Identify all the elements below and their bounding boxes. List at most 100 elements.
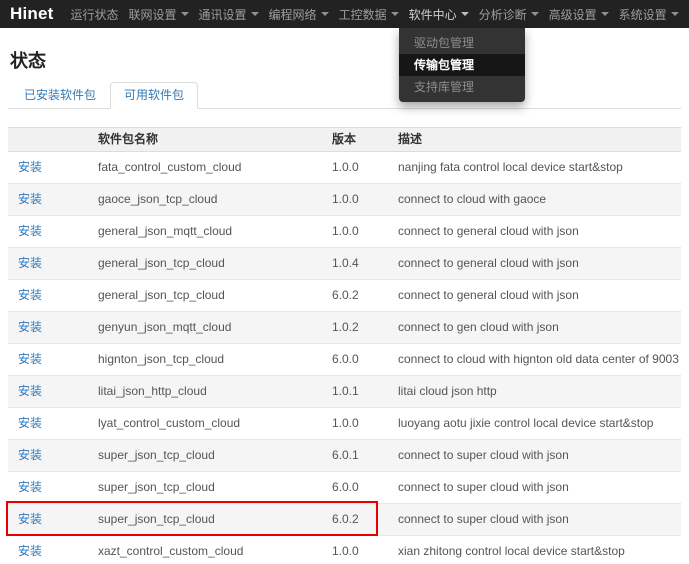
dropdown-item-2[interactable]: 支持库管理 — [399, 76, 525, 98]
cell-action: 安装 — [8, 504, 98, 536]
table-row: 安装 general_json_tcp_cloud6.0.2connect to … — [8, 280, 681, 312]
software-center-dropdown: 驱动包管理传输包管理支持库管理 — [399, 28, 525, 102]
cell-description: connect to super cloud with json — [398, 440, 681, 472]
chevron-down-icon — [461, 12, 469, 16]
chevron-down-icon — [671, 12, 679, 16]
nav-item-label: 分析诊断 — [479, 6, 527, 23]
nav-item-label: 系统设置 — [619, 6, 667, 23]
chevron-down-icon — [321, 12, 329, 16]
install-link[interactable]: 安装 — [18, 160, 42, 174]
nav-item-label: 软件中心 — [409, 6, 457, 23]
cell-version: 6.0.2 — [332, 504, 398, 536]
cell-package-name: general_json_tcp_cloud — [98, 248, 332, 280]
page-title: 状态 — [10, 50, 681, 72]
cell-version: 1.0.0 — [332, 408, 398, 440]
navbar-menu: 运行状态联网设置通讯设置 编程网络 工控数据 软件中心 分析诊断高级设置系统设置退出 — [66, 0, 689, 28]
tab-installed-packages[interactable]: 已安装软件包 — [10, 82, 110, 109]
cell-action: 安装 — [8, 344, 98, 376]
tab-available-packages[interactable]: 可用软件包 — [110, 82, 198, 109]
cell-version: 1.0.4 — [332, 248, 398, 280]
table-row: 安装super_json_tcp_cloud6.0.0connect to su… — [8, 472, 681, 504]
nav-item-9[interactable]: 退出 — [684, 0, 689, 28]
cell-package-name: hignton_json_tcp_cloud — [98, 344, 332, 376]
table-row: 安装gaoce_json_tcp_cloud1.0.0connect to cl… — [8, 184, 681, 216]
nav-item-8[interactable]: 系统设置 — [614, 0, 684, 28]
cell-version: 6.0.1 — [332, 440, 398, 472]
nav-item-4[interactable]: 工控数据 — [334, 0, 404, 28]
cell-package-name: litai_json_http_cloud — [98, 376, 332, 408]
cell-package-name: genyun_json_mqtt_cloud — [98, 312, 332, 344]
cell-package-name: lyat_control_custom_cloud — [98, 408, 332, 440]
cell-version: 6.0.2 — [332, 280, 398, 312]
cell-action: 安装 — [8, 536, 98, 564]
dropdown-item-0[interactable]: 驱动包管理 — [399, 32, 525, 54]
install-link[interactable]: 安装 — [18, 544, 42, 558]
nav-item-label: 通讯设置 — [199, 6, 247, 23]
install-link[interactable]: 安装 — [18, 256, 42, 270]
nav-item-label: 编程网络 — [269, 6, 317, 23]
cell-version: 6.0.0 — [332, 344, 398, 376]
cell-version: 1.0.2 — [332, 312, 398, 344]
cell-action: 安装 — [8, 376, 98, 408]
nav-item-label: 运行状态 — [71, 6, 119, 23]
cell-package-name: super_json_tcp_cloud — [98, 504, 332, 536]
nav-item-label: 工控数据 — [339, 6, 387, 23]
packages-table: 软件包名称 版本 描述 安装fata_control_custom_cloud1… — [8, 127, 681, 564]
cell-package-name: super_json_tcp_cloud — [98, 472, 332, 504]
cell-description: connect to super cloud with json — [398, 504, 681, 536]
packages-table-body: 安装fata_control_custom_cloud1.0.0nanjing … — [8, 152, 681, 564]
chevron-down-icon — [531, 12, 539, 16]
install-link[interactable]: 安装 — [18, 416, 42, 430]
cell-action: 安装 — [8, 440, 98, 472]
install-link[interactable]: 安装 — [18, 288, 42, 302]
nav-item-5[interactable]: 软件中心 — [404, 0, 474, 28]
cell-description: connect to gen cloud with json — [398, 312, 681, 344]
cell-description: connect to general cloud with json — [398, 216, 681, 248]
install-link[interactable]: 安装 — [18, 384, 42, 398]
nav-item-1[interactable]: 联网设置 — [124, 0, 194, 28]
cell-description: connect to general cloud with json — [398, 280, 681, 312]
brand-logo[interactable]: Hinet — [10, 4, 54, 24]
cell-description: connect to cloud with hignton old data c… — [398, 344, 681, 376]
table-row: 安装 super_json_tcp_cloud6.0.1connect to su… — [8, 440, 681, 472]
cell-package-name: general_json_tcp_cloud — [98, 280, 332, 312]
cell-description: connect to super cloud with json — [398, 472, 681, 504]
column-header-name: 软件包名称 — [98, 128, 332, 152]
install-link[interactable]: 安装 — [18, 320, 42, 334]
nav-item-6[interactable]: 分析诊断 — [474, 0, 544, 28]
table-row: 安装general_json_mqtt_cloud1.0.0connect to… — [8, 216, 681, 248]
nav-item-2[interactable]: 通讯设置 — [194, 0, 264, 28]
table-row: 安装 hignton_json_tcp_cloud6.0.0connect to … — [8, 344, 681, 376]
chevron-down-icon — [251, 12, 259, 16]
dropdown-item-1[interactable]: 传输包管理 — [399, 54, 525, 76]
top-navbar: Hinet 运行状态联网设置通讯设置 编程网络 工控数据 软件中心 分析诊断高级设置系统… — [0, 0, 689, 28]
install-link[interactable]: 安装 — [18, 480, 42, 494]
cell-version: 1.0.0 — [332, 152, 398, 184]
cell-action: 安装 — [8, 248, 98, 280]
cell-description: xian zhitong control local device start&… — [398, 536, 681, 564]
install-link[interactable]: 安装 — [18, 352, 42, 366]
table-row: 安装general_json_tcp_cloud1.0.4connect to … — [8, 248, 681, 280]
chevron-down-icon — [181, 12, 189, 16]
cell-package-name: general_json_mqtt_cloud — [98, 216, 332, 248]
install-link[interactable]: 安装 — [18, 224, 42, 238]
cell-version: 1.0.0 — [332, 536, 398, 564]
nav-item-3[interactable]: 编程网络 — [264, 0, 334, 28]
cell-action: 安装 — [8, 152, 98, 184]
nav-item-0[interactable]: 运行状态 — [66, 0, 124, 28]
cell-package-name: fata_control_custom_cloud — [98, 152, 332, 184]
cell-description: connect to cloud with gaoce — [398, 184, 681, 216]
main-content: 状态 已安装软件包 可用软件包 软件包名称 版本 描述 安装fata_contr… — [0, 50, 689, 564]
table-row: 安装xazt_control_custom_cloud1.0.0xian zhi… — [8, 536, 681, 564]
cell-package-name: super_json_tcp_cloud — [98, 440, 332, 472]
cell-action: 安装 — [8, 184, 98, 216]
nav-item-7[interactable]: 高级设置 — [544, 0, 614, 28]
install-link[interactable]: 安装 — [18, 192, 42, 206]
chevron-down-icon — [391, 12, 399, 16]
install-link[interactable]: 安装 — [18, 512, 42, 526]
cell-description: luoyang aotu jixie control local device … — [398, 408, 681, 440]
install-link[interactable]: 安装 — [18, 448, 42, 462]
table-row: 安装 super_json_tcp_cloud6.0.2connect to su… — [8, 504, 681, 536]
table-row: 安装 genyun_json_mqtt_cloud1.0.2connect to … — [8, 312, 681, 344]
cell-package-name: gaoce_json_tcp_cloud — [98, 184, 332, 216]
